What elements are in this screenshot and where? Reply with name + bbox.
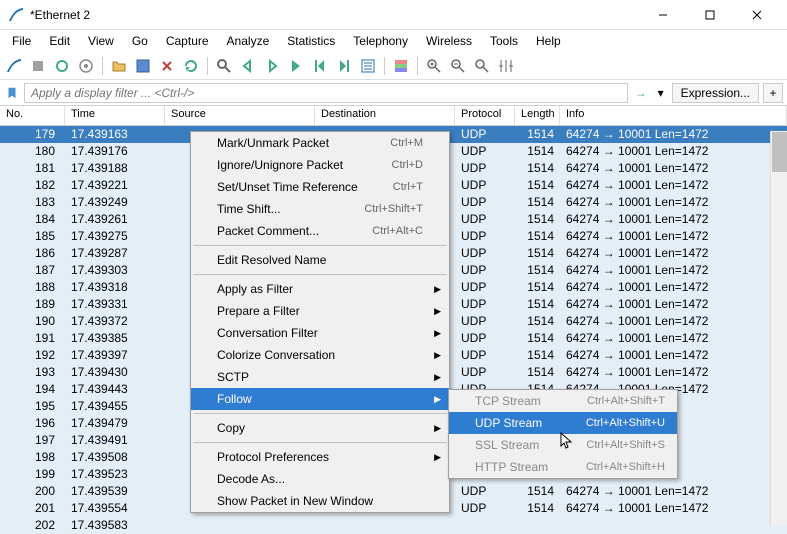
go-last-icon[interactable] [334,56,354,76]
filter-arrow-icon[interactable]: → [632,86,650,100]
open-file-icon[interactable] [109,56,129,76]
header-no[interactable]: No. [0,106,65,125]
menu-item[interactable]: Protocol Preferences▶ [191,446,449,468]
zoom-reset-icon[interactable] [472,56,492,76]
menu-separator [193,245,447,246]
expression-button[interactable]: Expression... [672,83,759,103]
maximize-button[interactable] [687,1,732,29]
menu-wireless[interactable]: Wireless [418,32,480,50]
save-file-icon[interactable] [133,56,153,76]
separator [207,57,208,75]
display-filter-input[interactable] [24,83,628,103]
scrollbar-thumb[interactable] [772,132,787,172]
add-filter-button[interactable]: + [763,83,783,103]
reload-icon[interactable] [181,56,201,76]
menu-item[interactable]: Ignore/Unignore PacketCtrl+D [191,154,449,176]
capture-options-icon[interactable] [76,56,96,76]
separator [417,57,418,75]
zoom-in-icon[interactable] [424,56,444,76]
submenu-item[interactable]: UDP StreamCtrl+Alt+Shift+U [449,412,677,434]
menu-separator [193,274,447,275]
toolbar [0,52,787,80]
zoom-out-icon[interactable] [448,56,468,76]
header-protocol[interactable]: Protocol [455,106,515,125]
menu-capture[interactable]: Capture [158,32,217,50]
menu-item[interactable]: Packet Comment...Ctrl+Alt+C [191,220,449,242]
menu-item[interactable]: Apply as Filter▶ [191,278,449,300]
go-first-icon[interactable] [310,56,330,76]
submenu-item: SSL StreamCtrl+Alt+Shift+S [449,434,677,456]
filter-dropdown-icon[interactable]: ▾ [654,86,668,100]
context-menu: Mark/Unmark PacketCtrl+MIgnore/Unignore … [190,131,450,513]
menu-statistics[interactable]: Statistics [279,32,343,50]
submenu-item: HTTP StreamCtrl+Alt+Shift+H [449,456,677,478]
menu-separator [193,442,447,443]
menu-tools[interactable]: Tools [482,32,526,50]
menu-item[interactable]: SCTP▶ [191,366,449,388]
header-info[interactable]: Info [560,106,787,125]
menu-item[interactable]: Prepare a Filter▶ [191,300,449,322]
menu-telephony[interactable]: Telephony [345,32,416,50]
filterbar: → ▾ Expression... + [0,80,787,106]
header-destination[interactable]: Destination [315,106,455,125]
menu-item[interactable]: Set/Unset Time ReferenceCtrl+T [191,176,449,198]
go-forward-icon[interactable] [262,56,282,76]
go-back-icon[interactable] [238,56,258,76]
menu-item[interactable]: Time Shift...Ctrl+Shift+T [191,198,449,220]
menu-help[interactable]: Help [528,32,569,50]
header-time[interactable]: Time [65,106,165,125]
header-length[interactable]: Length [515,106,560,125]
menu-analyze[interactable]: Analyze [219,32,278,50]
menu-item[interactable]: Colorize Conversation▶ [191,344,449,366]
resize-columns-icon[interactable] [496,56,516,76]
menu-item[interactable]: Copy▶ [191,417,449,439]
start-capture-icon[interactable] [4,56,24,76]
menubar: File Edit View Go Capture Analyze Statis… [0,30,787,52]
scrollbar[interactable] [770,131,787,526]
menu-item[interactable]: Show Packet in New Window [191,490,449,512]
menu-item[interactable]: Conversation Filter▶ [191,322,449,344]
header-source[interactable]: Source [165,106,315,125]
stop-capture-icon[interactable] [28,56,48,76]
close-file-icon[interactable] [157,56,177,76]
restart-capture-icon[interactable] [52,56,72,76]
separator [102,57,103,75]
autoscroll-icon[interactable] [358,56,378,76]
menu-file[interactable]: File [4,32,39,50]
bookmark-icon[interactable] [4,85,20,101]
find-icon[interactable] [214,56,234,76]
app-icon [8,7,24,23]
menu-item[interactable]: Edit Resolved Name [191,249,449,271]
close-button[interactable] [734,1,779,29]
go-to-icon[interactable] [286,56,306,76]
minimize-button[interactable] [640,1,685,29]
window-title: *Ethernet 2 [30,8,640,22]
menu-item[interactable]: Follow▶ [191,388,449,410]
separator [384,57,385,75]
submenu-item: TCP StreamCtrl+Alt+Shift+T [449,390,677,412]
menu-view[interactable]: View [80,32,122,50]
menu-edit[interactable]: Edit [41,32,78,50]
follow-submenu: TCP StreamCtrl+Alt+Shift+TUDP StreamCtrl… [448,389,678,479]
colorize-icon[interactable] [391,56,411,76]
menu-item[interactable]: Decode As... [191,468,449,490]
titlebar: *Ethernet 2 [0,0,787,30]
menu-item[interactable]: Mark/Unmark PacketCtrl+M [191,132,449,154]
menu-separator [193,413,447,414]
menu-go[interactable]: Go [124,32,156,50]
column-headers: No. Time Source Destination Protocol Len… [0,106,787,126]
